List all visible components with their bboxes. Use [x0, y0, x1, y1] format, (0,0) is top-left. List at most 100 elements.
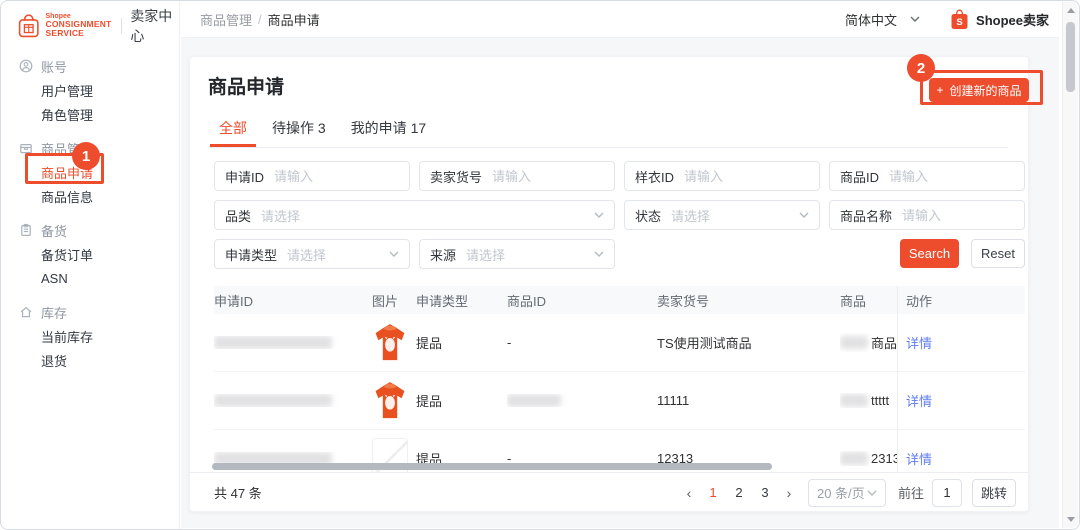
sidebar-item-product-apply[interactable]: 商品申请 [1, 160, 179, 184]
sidebar-group-product-management[interactable]: 商品管理 [1, 136, 179, 160]
sidebar-group-account[interactable]: 账号 [1, 54, 179, 78]
table-header-row: 申请ID 图片 申请类型 商品ID 卖家货号 商品 动作 [214, 286, 1025, 314]
masked-apply-id [214, 394, 332, 407]
box-icon [19, 141, 33, 155]
app-window: Shopee CONSIGNMENT SERVICE 卖家中心 账号 用户管理 … [0, 0, 1080, 530]
seller-sku-input[interactable] [492, 169, 604, 184]
clipboard-icon [19, 223, 33, 237]
language-selector[interactable]: 简体中文 [845, 10, 920, 29]
page-number-3[interactable]: 3 [752, 485, 778, 500]
prev-page-button[interactable]: ‹ [678, 485, 700, 501]
masked-product-name [840, 394, 868, 407]
user-icon [19, 59, 33, 73]
reset-button[interactable]: Reset [971, 239, 1025, 268]
tab-bar: 全部 待操作 3 我的申请 17 [210, 112, 1008, 148]
apply-id-input[interactable] [274, 169, 399, 184]
filter-apply-id[interactable]: 申请ID [214, 161, 410, 191]
filter-seller-sku[interactable]: 卖家货号 [419, 161, 615, 191]
breadcrumb-separator: / [258, 12, 262, 27]
page-number-2[interactable]: 2 [726, 485, 752, 500]
detail-link[interactable]: 详情 [906, 391, 932, 410]
vertical-scrollbar[interactable] [1062, 2, 1078, 528]
chevron-down-icon [594, 212, 604, 218]
svg-text:S: S [956, 17, 962, 28]
table-row: 提品 11111 ttttt 详情 [214, 372, 1025, 430]
masked-product-id [507, 394, 561, 407]
search-button[interactable]: Search [900, 239, 959, 268]
chevron-down-icon [389, 251, 399, 257]
sidebar: Shopee CONSIGNMENT SERVICE 卖家中心 账号 用户管理 … [1, 1, 180, 529]
breadcrumb: 商品管理 / 商品申请 [181, 10, 320, 29]
total-count: 共 47 条 [214, 483, 262, 502]
sidebar-group-label: 商品管理 [41, 139, 93, 158]
vertical-scrollbar-thumb[interactable] [1066, 22, 1075, 92]
chevron-down-icon [867, 490, 877, 496]
jump-button[interactable]: 跳转 [972, 479, 1016, 507]
page-number-1[interactable]: 1 [700, 485, 726, 500]
goto-label: 前往 [898, 483, 924, 502]
sidebar-group-label: 备货 [41, 221, 67, 240]
chevron-down-icon [594, 251, 604, 257]
detail-link[interactable]: 详情 [906, 333, 932, 352]
breadcrumb-current: 商品申请 [268, 10, 320, 29]
tab-my-applications[interactable]: 我的申请 17 [342, 112, 435, 147]
scroll-down-icon[interactable] [1067, 517, 1075, 522]
filter-category-select[interactable]: 品类 请选择 [214, 200, 615, 230]
app-logo: Shopee CONSIGNMENT SERVICE 卖家中心 [1, 1, 179, 41]
sidebar-item-stock-orders[interactable]: 备货订单 [1, 242, 179, 266]
product-id-input[interactable] [889, 169, 1014, 184]
page-title: 商品申请 [208, 72, 284, 99]
sidebar-item-product-info[interactable]: 商品信息 [1, 184, 179, 208]
sidebar-item-current-inventory[interactable]: 当前库存 [1, 324, 179, 348]
filter-source-select[interactable]: 来源 请选择 [419, 239, 615, 269]
masked-apply-id [214, 336, 332, 349]
table-footer: 共 47 条 ‹ 1 2 3 › 20 条/页 前往 [190, 472, 1028, 512]
consignment-bag-icon [17, 11, 40, 41]
sidebar-group-inventory[interactable]: 库存 [1, 300, 179, 324]
side-nav: 账号 用户管理 角色管理 商品管理 商品申请 商品信息 [1, 41, 179, 372]
shopee-icon: S [950, 9, 969, 30]
sidebar-item-asn[interactable]: ASN [1, 266, 179, 290]
sidebar-group-label: 库存 [41, 303, 67, 322]
logo-divider [121, 18, 122, 34]
product-thumbnail-sweater[interactable] [372, 322, 408, 364]
tab-all[interactable]: 全部 [210, 112, 256, 147]
sidebar-group-stock-prep[interactable]: 备货 [1, 218, 179, 242]
sidebar-group-label: 账号 [41, 57, 67, 76]
scroll-up-icon[interactable] [1067, 8, 1075, 13]
tab-pending[interactable]: 待操作 3 [263, 112, 335, 147]
filter-product-name[interactable]: 商品名称 [829, 200, 1025, 230]
page-size-select[interactable]: 20 条/页 [808, 479, 886, 507]
portal-name: 卖家中心 [130, 6, 179, 46]
product-name-input[interactable] [902, 208, 1014, 223]
home-icon [19, 305, 33, 319]
breadcrumb-parent[interactable]: 商品管理 [200, 10, 252, 29]
sidebar-item-user-management[interactable]: 用户管理 [1, 78, 179, 102]
account-menu[interactable]: S Shopee卖家 [950, 9, 1049, 30]
filter-apply-type-select[interactable]: 申请类型 请选择 [214, 239, 410, 269]
masked-product-name [840, 336, 868, 349]
applications-table: 申请ID 图片 申请类型 商品ID 卖家货号 商品 动作 [214, 286, 1025, 472]
chevron-down-icon [910, 16, 920, 22]
filter-sample-id[interactable]: 样衣ID [624, 161, 820, 191]
filter-status-select[interactable]: 状态 请选择 [624, 200, 820, 230]
create-product-button[interactable]: + 创建新的商品 [929, 78, 1029, 102]
pagination: ‹ 1 2 3 › 20 条/页 前往 跳转 [678, 479, 1016, 507]
content-area: 商品申请 + 创建新的商品 全部 待操作 3 我的申请 17 申请ID [181, 38, 1059, 528]
goto-page-input[interactable] [932, 479, 962, 507]
sample-id-input[interactable] [684, 169, 809, 184]
detail-link[interactable]: 详情 [906, 449, 932, 468]
product-thumbnail-sweater[interactable] [372, 380, 408, 422]
topbar: 商品管理 / 商品申请 简体中文 S Shopee卖家 [181, 1, 1059, 38]
sidebar-item-role-management[interactable]: 角色管理 [1, 102, 179, 126]
table-body: 提品 - TS使用测试商品 商品 详情 [214, 314, 1025, 472]
masked-product-name [840, 452, 868, 465]
filter-product-id[interactable]: 商品ID [829, 161, 1025, 191]
chevron-down-icon [799, 212, 809, 218]
table-row: 提品 - TS使用测试商品 商品 详情 [214, 314, 1025, 372]
sidebar-item-returns[interactable]: 退货 [1, 348, 179, 372]
next-page-button[interactable]: › [778, 485, 800, 501]
horizontal-scrollbar-thumb[interactable] [212, 463, 772, 470]
product-apply-card: 商品申请 + 创建新的商品 全部 待操作 3 我的申请 17 申请ID [189, 56, 1029, 512]
plus-icon: + [936, 83, 943, 97]
